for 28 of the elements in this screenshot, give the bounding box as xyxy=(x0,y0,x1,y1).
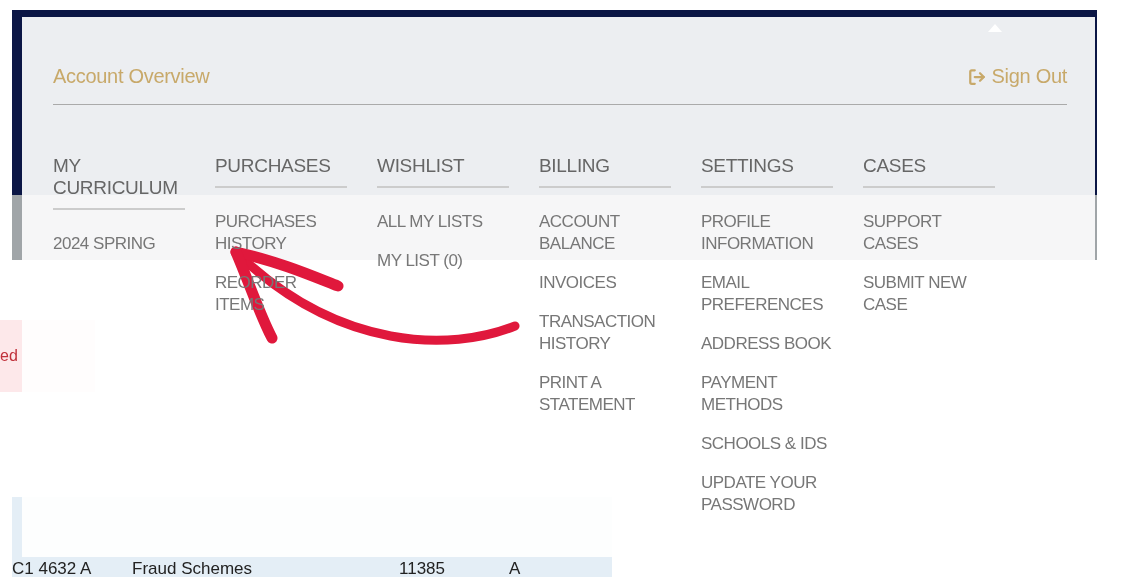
menu-heading[interactable]: BILLING xyxy=(539,155,671,188)
menu-item[interactable]: MY LIST (0) xyxy=(377,250,511,272)
table-cell-text: A xyxy=(509,560,522,577)
sign-out-icon xyxy=(967,67,986,86)
menu-item[interactable]: TRANSACTION HISTORY xyxy=(539,311,673,355)
menu-item[interactable]: UPDATE YOUR PASSWORD xyxy=(701,472,835,516)
menu-item[interactable]: ALL MY LISTS xyxy=(377,211,511,233)
menu-heading[interactable]: SETTINGS xyxy=(701,155,833,188)
menu-item[interactable]: PURCHASES HISTORY xyxy=(215,211,349,255)
menu-item[interactable]: PAYMENT METHODS xyxy=(701,372,835,416)
menu-item[interactable]: SUPPORT CASES xyxy=(863,211,997,255)
menu-item[interactable]: SCHOOLS & IDS xyxy=(701,433,835,455)
table-cell-text: C1 4632 A xyxy=(12,560,93,577)
menu-item[interactable]: ACCOUNT BALANCE xyxy=(539,211,673,255)
menu-item[interactable]: INVOICES xyxy=(539,272,673,294)
menu-item[interactable]: SUBMIT NEW CASE xyxy=(863,272,997,316)
menu-item[interactable]: ADDRESS BOOK xyxy=(701,333,835,355)
menu-heading[interactable]: WISHLIST xyxy=(377,155,509,188)
table-cell-text: Fraud Schemes xyxy=(132,560,253,577)
menu-item[interactable]: 2024 SPRING xyxy=(53,233,187,255)
menu-title: Account Overview xyxy=(53,65,210,88)
menu-heading[interactable]: CASES xyxy=(863,155,995,188)
table-cell-text: 11385 xyxy=(399,560,446,577)
menu-heading[interactable]: MY CURRICULUM xyxy=(53,155,185,210)
menu-item[interactable]: PRINT A STATEMENT xyxy=(539,372,673,416)
menu-item[interactable]: EMAIL PREFERENCES xyxy=(701,272,835,316)
menu-item[interactable]: PROFILE INFORMATION xyxy=(701,211,835,255)
menu-heading[interactable]: PURCHASES xyxy=(215,155,347,188)
